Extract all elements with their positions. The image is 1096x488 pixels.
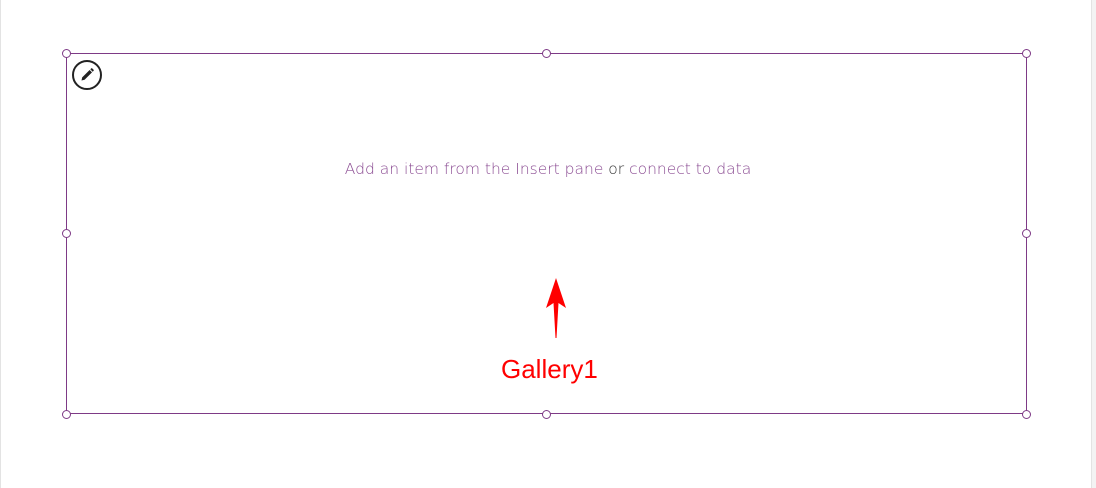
resize-handle-top-center[interactable]	[542, 49, 551, 58]
resize-handle-bottom-right[interactable]	[1022, 410, 1031, 419]
pencil-icon	[81, 68, 94, 81]
canvas-right-scroll-strip	[1091, 0, 1096, 488]
gallery-placeholder-text: Add an item from the Insert pane or conn…	[0, 160, 1096, 178]
resize-handle-top-right[interactable]	[1022, 49, 1031, 58]
canvas-left-border	[0, 0, 1, 488]
arrow-up-icon	[546, 278, 566, 338]
connect-to-data-link[interactable]: connect to data	[629, 160, 751, 178]
edit-gallery-button[interactable]	[72, 60, 102, 90]
resize-handle-middle-left[interactable]	[62, 229, 71, 238]
resize-handle-bottom-center[interactable]	[542, 410, 551, 419]
gallery-name-annotation: Gallery1	[501, 354, 598, 384]
placeholder-or-text: or	[608, 160, 625, 178]
studio-canvas: Add an item from the Insert pane or conn…	[0, 0, 1096, 488]
resize-handle-bottom-left[interactable]	[62, 410, 71, 419]
placeholder-insert-text: Add an item from the Insert pane	[344, 160, 604, 178]
resize-handle-middle-right[interactable]	[1022, 229, 1031, 238]
resize-handle-top-left[interactable]	[62, 49, 71, 58]
